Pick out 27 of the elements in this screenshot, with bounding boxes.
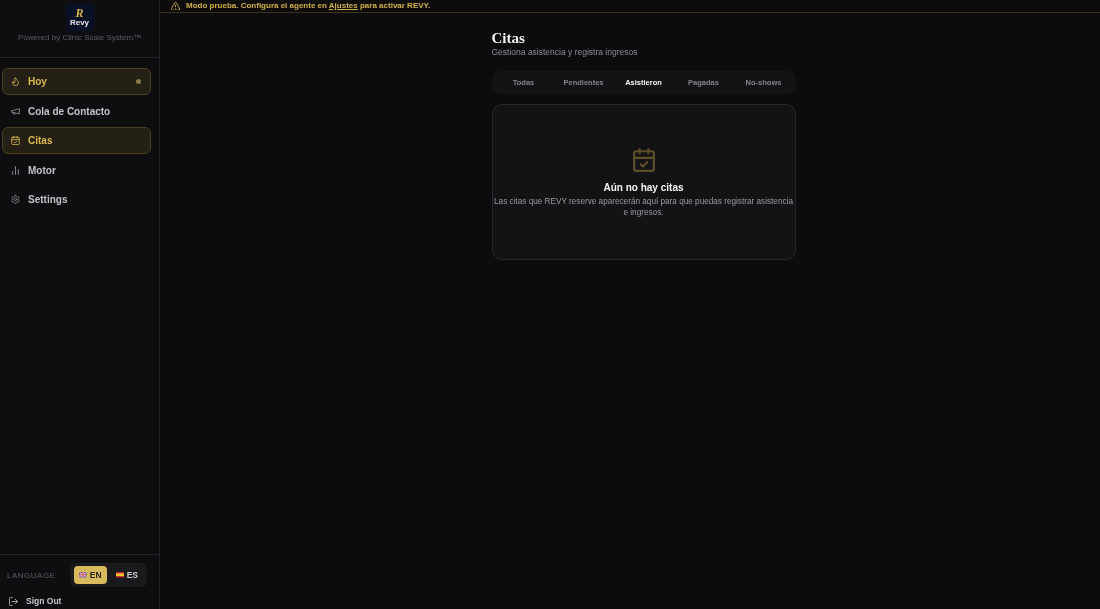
sign-out-button[interactable]: Sign Out	[9, 594, 62, 608]
language-option[interactable]: EN	[73, 566, 107, 584]
revy-logo: R Revy	[65, 3, 94, 31]
empty-state-text: Las citas que REVY reserve aparecerán aquí para que puedas registrar asistencia e ingresos.	[493, 197, 794, 218]
warning-icon	[171, 1, 180, 11]
calendar-check-icon	[11, 136, 20, 145]
nav-item[interactable]: Hoy	[2, 68, 151, 95]
uk-flag-icon	[78, 572, 87, 578]
gear-icon	[11, 195, 20, 204]
megaphone-icon	[11, 106, 20, 116]
spain-flag-icon	[115, 572, 124, 578]
banner-message: Modo prueba. Configura el agente en Ajustes para activar REVY.	[186, 0, 431, 12]
language-option[interactable]: ES	[110, 566, 143, 584]
settings-link[interactable]: Ajustes	[328, 1, 358, 10]
page-title: Citas	[491, 30, 526, 47]
log-out-icon	[9, 596, 18, 606]
nav-item[interactable]: Settings	[2, 186, 151, 213]
nav-item[interactable]: Cola de Contacto	[2, 97, 151, 125]
page-subtitle: Gestiona asistencia y registra ingresos	[491, 47, 639, 58]
nav-item[interactable]: Citas	[2, 127, 151, 154]
calendar-check-icon	[632, 148, 655, 172]
bar-chart-icon	[11, 165, 20, 175]
nav-item[interactable]: Motor	[2, 156, 151, 184]
powered-by-text: Powered by Clinic Scale System™	[17, 33, 142, 43]
language-label: LANGUAGE	[7, 570, 56, 580]
flame-icon	[11, 77, 20, 86]
empty-state-title: Aún no hay citas	[603, 182, 684, 194]
